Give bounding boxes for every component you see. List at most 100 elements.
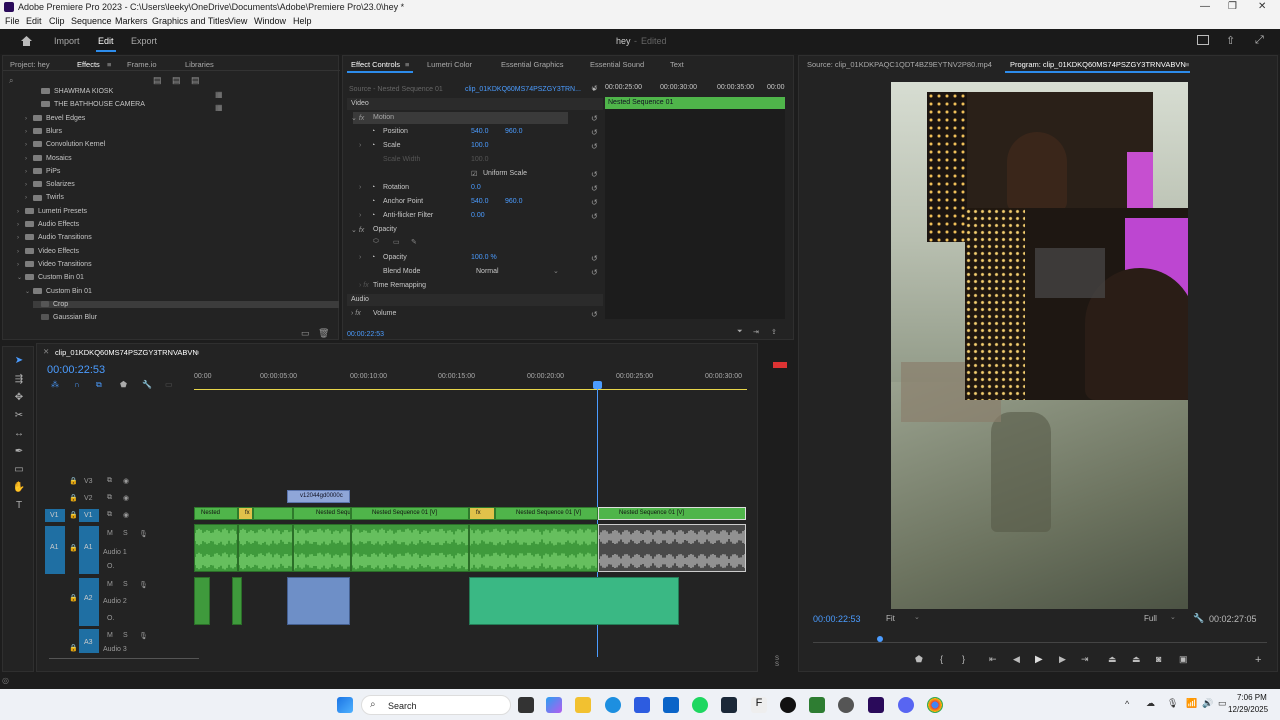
position-y[interactable]: 960.0 bbox=[505, 128, 523, 135]
fullscreen-icon[interactable]: ⤢ bbox=[1255, 34, 1264, 47]
eye-icon[interactable]: ◉ bbox=[123, 477, 129, 485]
accelerated-effects-icon[interactable]: ▤ bbox=[153, 75, 162, 86]
video-frame[interactable] bbox=[891, 82, 1188, 609]
rectangle-tool-icon[interactable]: ▭ bbox=[11, 464, 27, 478]
effects-tree-item[interactable]: ⌄ Custom Bin 01 bbox=[17, 274, 84, 281]
chevron-right-icon[interactable]: › bbox=[17, 209, 25, 215]
chrome-icon[interactable] bbox=[927, 697, 943, 713]
mute-icon[interactable]: M bbox=[107, 581, 113, 588]
share-icon[interactable]: ⇧ bbox=[1226, 34, 1235, 47]
ripple-edit-icon[interactable]: ✥ bbox=[11, 392, 27, 406]
effects-tree-item[interactable]: › Bevel Edges bbox=[25, 115, 85, 122]
effects-tree-item[interactable]: › Audio Effects bbox=[17, 221, 79, 228]
chevron-right-icon[interactable]: › bbox=[17, 235, 25, 241]
tab-text[interactable]: Text bbox=[670, 60, 684, 69]
reset-icon[interactable]: ↺ bbox=[591, 170, 598, 179]
a2-clip[interactable] bbox=[194, 577, 210, 625]
reset-icon[interactable]: ↺ bbox=[591, 212, 598, 221]
chevron-up-icon[interactable]: ^ bbox=[1125, 699, 1129, 709]
a2-clip-long[interactable] bbox=[469, 577, 679, 625]
steam-icon[interactable] bbox=[721, 697, 737, 713]
chevron-right-icon[interactable]: ⌄ bbox=[17, 274, 25, 281]
menu-clip[interactable]: Clip bbox=[49, 16, 65, 26]
motion-label[interactable]: Motion bbox=[373, 114, 394, 121]
outlook-icon[interactable] bbox=[663, 697, 679, 713]
tracks-area[interactable]: v12044gd0000c Nested fx Nested Sequ Nest… bbox=[194, 389, 747, 659]
snap-icon[interactable]: ∩ bbox=[74, 380, 80, 389]
extract-icon[interactable]: ⏏ bbox=[1132, 654, 1141, 665]
mark-out-icon[interactable]: } bbox=[962, 654, 965, 664]
close-icon[interactable]: ✕ bbox=[1258, 1, 1266, 12]
opacity-value[interactable]: 100.0 % bbox=[471, 254, 497, 261]
camera-icon[interactable]: ◙ bbox=[1156, 654, 1161, 664]
quick-export-icon[interactable] bbox=[1197, 35, 1209, 45]
anchor-x[interactable]: 540.0 bbox=[471, 198, 489, 205]
sequence-tab[interactable]: clip_01KDKQ60MS74PSZGY3TRNVABVN bbox=[55, 348, 198, 357]
tf-icon[interactable]: F bbox=[751, 697, 767, 713]
microphone-icon[interactable]: 🎙 bbox=[139, 632, 148, 640]
cloud-icon[interactable]: ☁ bbox=[1146, 698, 1155, 709]
reset-icon[interactable]: ↺ bbox=[591, 128, 598, 137]
menu-sequence[interactable]: Sequence bbox=[71, 16, 112, 26]
tab-libraries[interactable]: Libraries bbox=[185, 60, 214, 69]
32bit-effects-icon[interactable]: ▤ bbox=[172, 75, 181, 86]
settings-wrench-icon[interactable]: 🔧 bbox=[142, 380, 152, 389]
effects-tree-item[interactable]: › Convolution Kernel bbox=[25, 141, 105, 148]
a1-clip[interactable] bbox=[351, 524, 469, 572]
effects-menu-icon[interactable]: ≡ bbox=[107, 60, 111, 69]
chevron-right-icon[interactable]: › bbox=[17, 262, 25, 268]
reset-icon[interactable]: ↺ bbox=[591, 114, 598, 123]
a1-clip[interactable] bbox=[194, 524, 238, 572]
mark-in-icon[interactable]: { bbox=[940, 654, 943, 664]
clock-date[interactable]: 12/29/2025 bbox=[1228, 705, 1268, 714]
tab-effect-controls[interactable]: Effect Controls bbox=[351, 60, 400, 69]
microphone-icon[interactable]: 🎙 bbox=[139, 530, 148, 538]
premiere-taskbar-icon[interactable] bbox=[868, 697, 884, 713]
minimize-icon[interactable]: — bbox=[1200, 1, 1210, 12]
volume-label[interactable]: Volume bbox=[373, 310, 396, 317]
selection-tool-icon[interactable]: ➤ bbox=[11, 355, 27, 369]
effects-tree-item[interactable]: › Twirls bbox=[25, 194, 64, 201]
program-scrubber[interactable] bbox=[813, 642, 1267, 643]
app-icon[interactable] bbox=[780, 697, 796, 713]
v1-clip-nested[interactable]: Nested bbox=[194, 507, 238, 520]
v1-clip-nested-seq[interactable]: Nested Sequ bbox=[293, 507, 351, 520]
menu-file[interactable]: File bbox=[5, 16, 20, 26]
yuv-effects-icon[interactable]: ▤ bbox=[191, 75, 200, 86]
hand-tool-icon[interactable]: ✋ bbox=[11, 482, 27, 496]
fx-badge[interactable]: fx bbox=[238, 507, 253, 520]
scale-value[interactable]: 100.0 bbox=[471, 142, 489, 149]
discord-icon[interactable] bbox=[898, 697, 914, 713]
microphone-icon[interactable]: 🎙 bbox=[139, 581, 148, 589]
chevron-right-icon[interactable]: › bbox=[25, 142, 33, 148]
a1-audio-clips[interactable] bbox=[194, 524, 747, 572]
chevron-right-icon[interactable]: › bbox=[25, 129, 33, 135]
go-to-in-icon[interactable]: ⇤ bbox=[989, 654, 997, 665]
solo-icon[interactable]: S bbox=[123, 581, 128, 588]
program-timecode[interactable]: 00:00:22:53 bbox=[813, 614, 861, 624]
ellipse-mask-icon[interactable]: ⬭ bbox=[373, 238, 379, 246]
effects-tree-item[interactable]: › PiPs bbox=[25, 168, 60, 175]
marker-icon[interactable]: ⬟ bbox=[915, 654, 923, 665]
menu-window[interactable]: Window bbox=[254, 16, 286, 26]
effects-tree-item[interactable]: › Solarizes bbox=[25, 181, 75, 188]
mute-icon[interactable]: M bbox=[107, 632, 113, 639]
solo-icon[interactable]: S bbox=[123, 632, 128, 639]
chevron-right-icon[interactable]: › bbox=[25, 195, 33, 201]
chevron-right-icon[interactable]: › bbox=[17, 249, 25, 255]
fit-select[interactable]: Fit bbox=[886, 614, 895, 623]
effects-tree-item[interactable]: › Video Transitions bbox=[17, 261, 92, 268]
a1-clip[interactable] bbox=[293, 524, 351, 572]
export-icon[interactable]: ⇪ bbox=[771, 328, 777, 336]
search-box[interactable]: ⌕ Search bbox=[361, 695, 511, 715]
maximize-icon[interactable]: ❐ bbox=[1228, 1, 1237, 12]
clip-selector[interactable]: clip_01KDKQ60MS74PSZGY3TRN... bbox=[465, 86, 581, 93]
chevron-down-icon[interactable]: ⌄ bbox=[553, 267, 559, 275]
tab-project[interactable]: Project: hey bbox=[10, 60, 50, 69]
antiflicker-value[interactable]: 0.00 bbox=[471, 212, 485, 219]
tab-frameio[interactable]: Frame.io bbox=[127, 60, 157, 69]
linked-select-icon[interactable]: ⧉ bbox=[96, 380, 102, 390]
windows-start-icon[interactable] bbox=[337, 697, 353, 713]
lift-icon[interactable]: ⏏ bbox=[1108, 654, 1117, 665]
h-scrollbar[interactable] bbox=[49, 658, 199, 659]
